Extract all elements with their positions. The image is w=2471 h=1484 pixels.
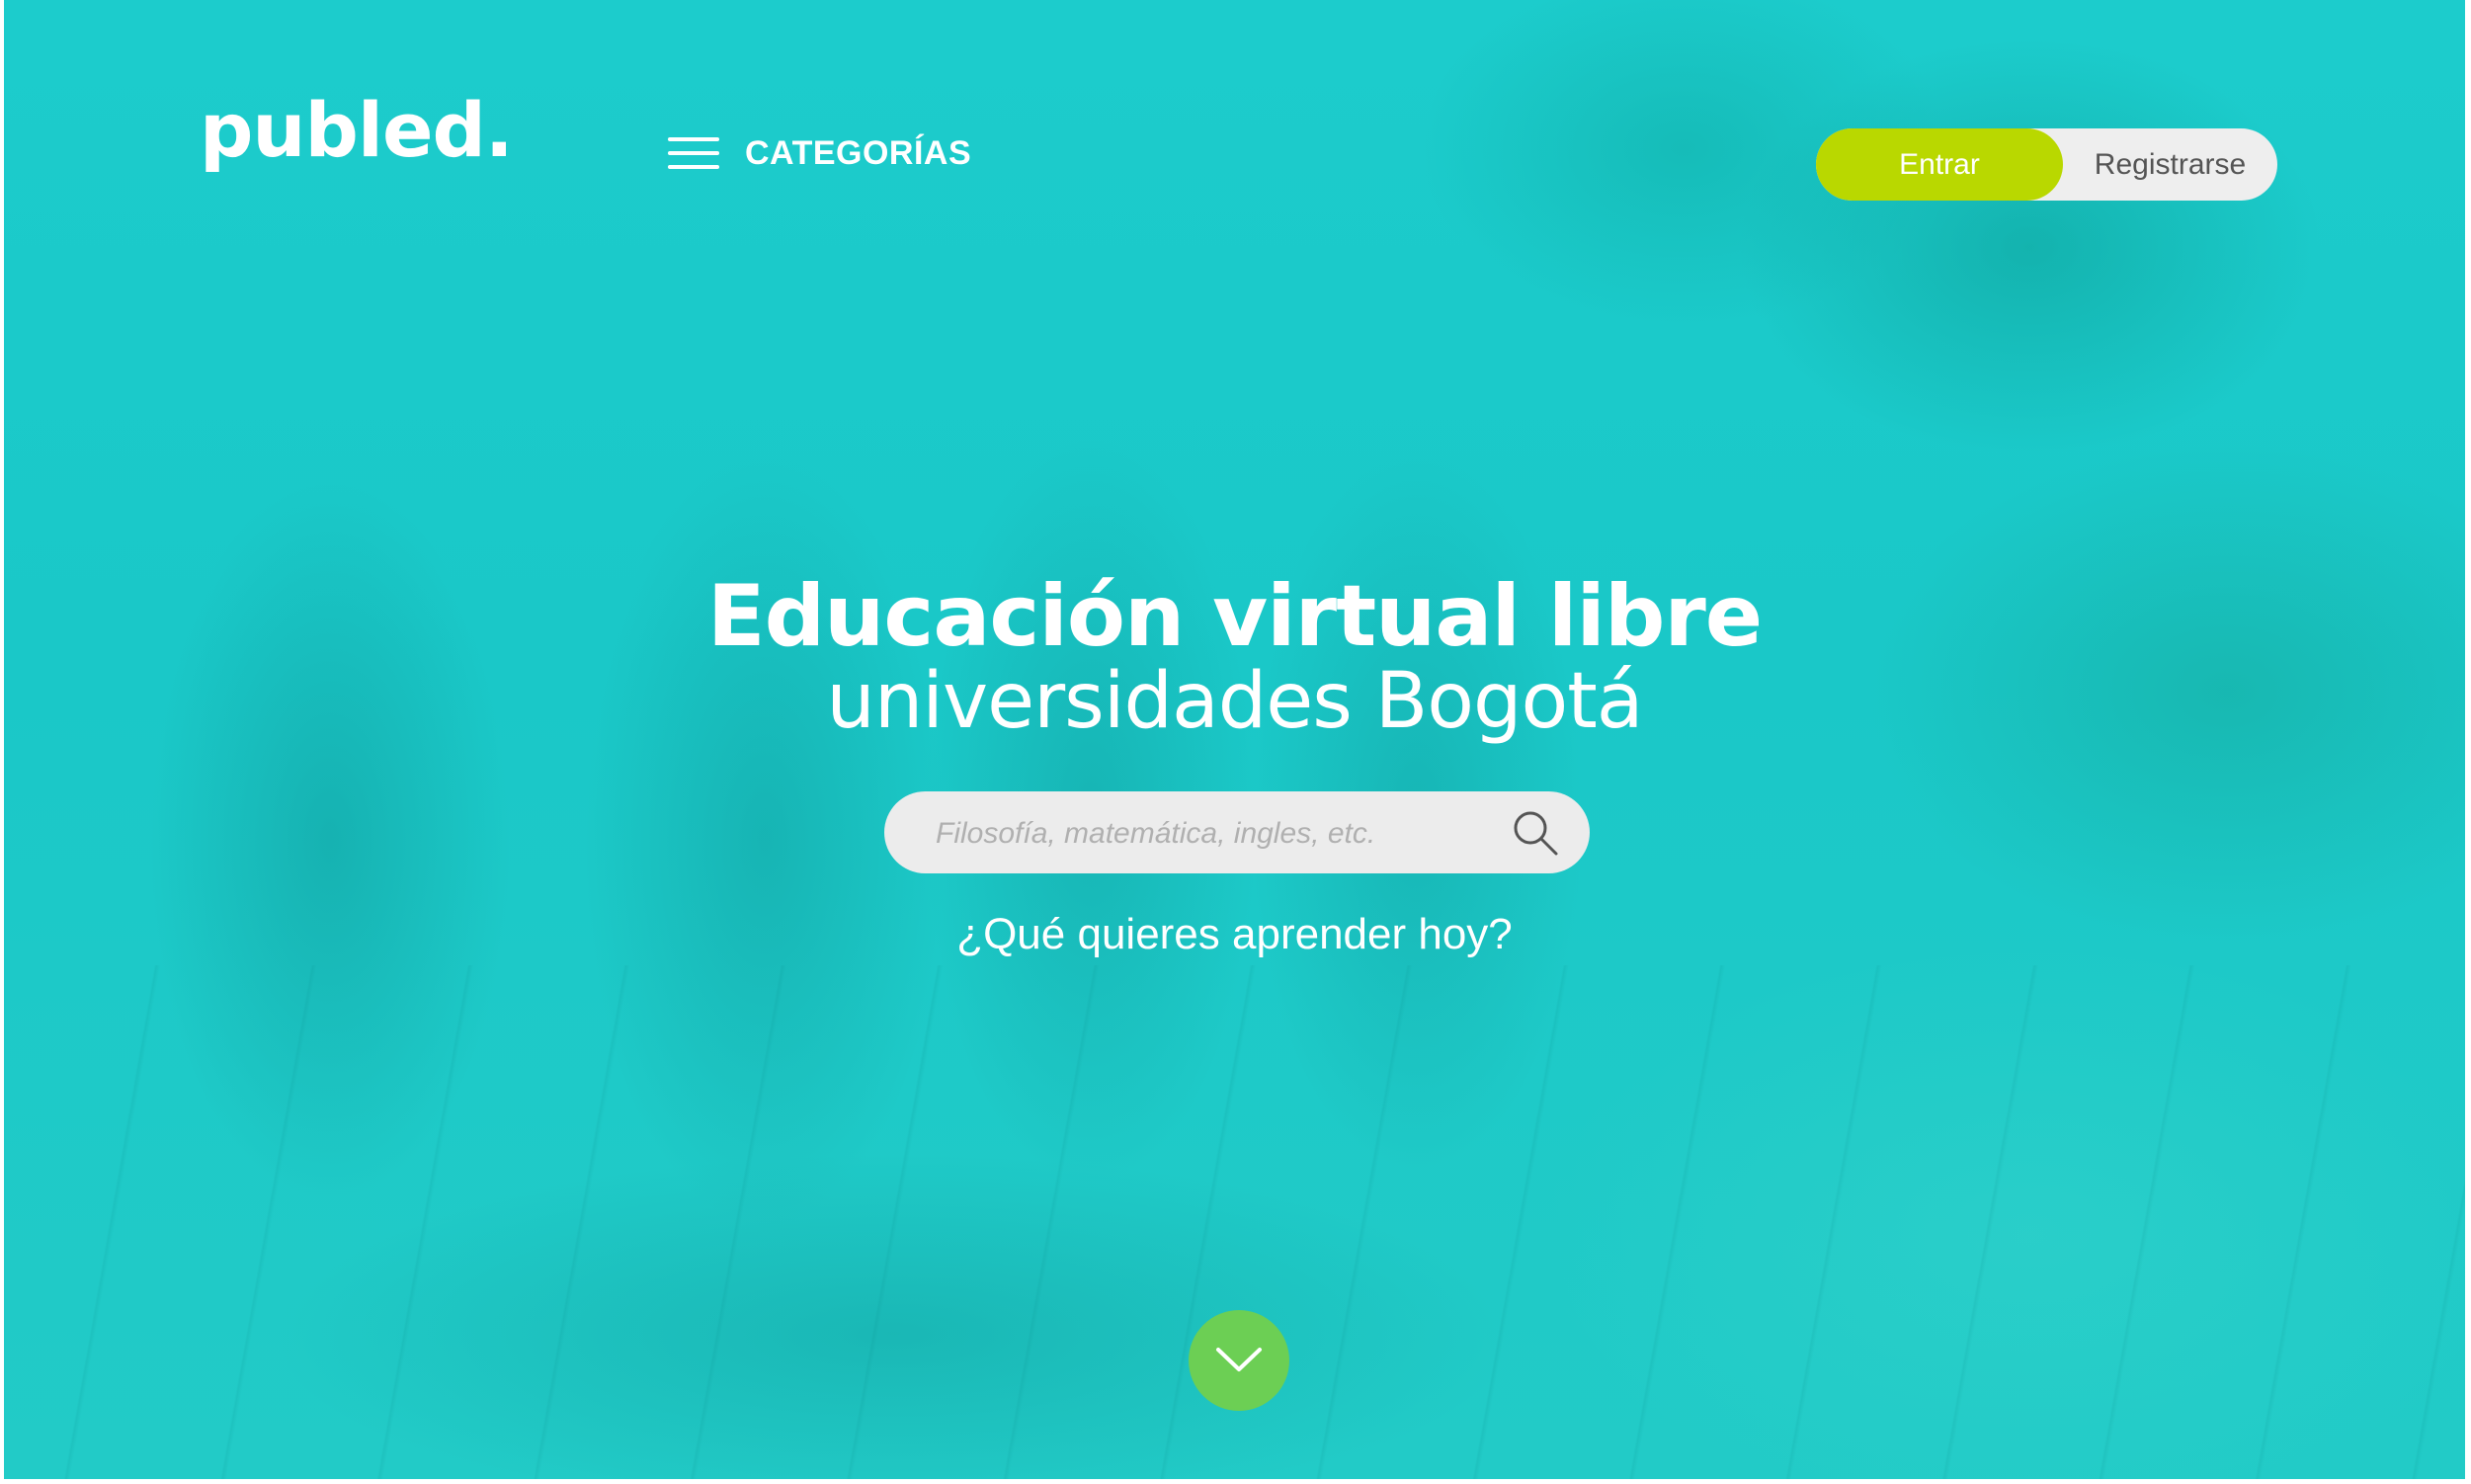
auth-button-group: Entrar Registrarse (1816, 128, 2277, 201)
scroll-down-button[interactable] (1189, 1310, 1289, 1411)
hero-title: Educación virtual libre (706, 567, 1763, 666)
hero-question: ¿Qué quieres aprender hoy? (956, 910, 1513, 958)
categories-menu-button[interactable]: CATEGORÍAS (668, 128, 971, 178)
search-bar (884, 791, 1590, 875)
chevron-down-icon (1216, 1348, 1262, 1371)
search-input[interactable] (934, 791, 1491, 875)
hamburger-menu-icon (668, 135, 719, 171)
hero-subtitle: universidades Bogotá (826, 657, 1643, 746)
categories-label: CATEGORÍAS (745, 133, 972, 172)
logo[interactable]: publed. (200, 93, 514, 168)
login-button[interactable]: Entrar (1816, 128, 2063, 201)
search-icon[interactable] (1511, 808, 1560, 858)
page-frame: publed. CATEGORÍAS Entrar Registrarse Ed… (4, 0, 2465, 1479)
register-button[interactable]: Registrarse (2063, 128, 2277, 201)
